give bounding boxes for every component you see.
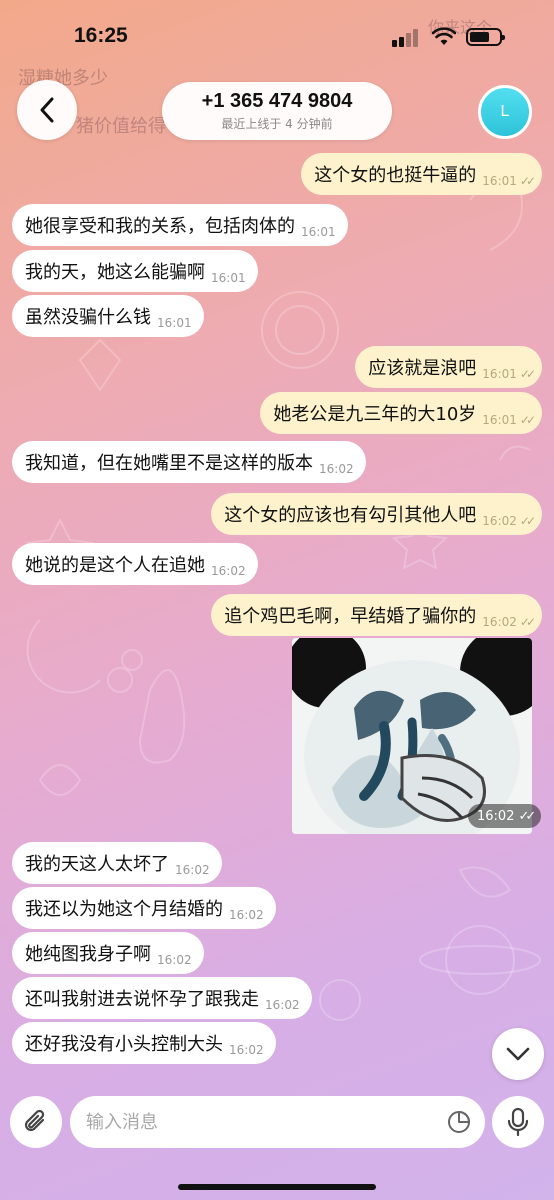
read-checkmarks-icon: ✓✓ (519, 174, 536, 188)
read-checkmarks-icon: ✓✓ (519, 413, 536, 427)
message-input[interactable] (86, 1108, 426, 1136)
message-text: 她老公是九三年的大10岁 (273, 404, 477, 425)
message-time: 16:01 (301, 225, 336, 239)
message-text: 应该就是浪吧 (368, 358, 477, 379)
message-text: 我还以为她这个月结婚的 (25, 899, 223, 920)
message-text: 还好我没有小头控制大头 (25, 1034, 223, 1055)
home-indicator (178, 1184, 376, 1190)
message-time: 16:02 (229, 1043, 264, 1057)
message-text: 她纯图我身子啊 (25, 944, 151, 965)
voice-message-button[interactable] (492, 1096, 544, 1148)
message-text: 她说的是这个人在追她 (25, 555, 205, 576)
message-time: 16:02 (229, 908, 264, 922)
message-text: 这个女的也挺牛逼的 (314, 165, 477, 186)
read-checkmarks-icon: ✓✓ (519, 514, 536, 528)
message-bubble-outgoing[interactable]: 这个女的应该也有勾引其他人吧 16:02 ✓✓ (211, 493, 542, 535)
paperclip-icon (24, 1109, 45, 1132)
message-bubble-outgoing[interactable]: 这个女的也挺牛逼的 16:01 ✓✓ (301, 153, 542, 195)
message-time: 16:01 (482, 413, 517, 427)
message-bubble-incoming[interactable]: 还好我没有小头控制大头 16:02 (12, 1022, 276, 1064)
chevron-down-icon (506, 1047, 530, 1061)
message-time: 16:01 (482, 367, 517, 381)
message-bubble-incoming[interactable]: 她纯图我身子啊 16:02 (12, 932, 204, 974)
message-time: 16:02 (482, 514, 517, 528)
back-button[interactable] (17, 80, 77, 140)
message-bubble-incoming[interactable]: 我还以为她这个月结婚的 16:02 (12, 887, 276, 929)
sticker-time-badge: 16:02 ✓✓ (468, 804, 542, 828)
message-input-container[interactable] (70, 1096, 485, 1148)
read-checkmarks-icon: ✓✓ (519, 367, 536, 381)
message-time: 16:02 (157, 953, 192, 967)
message-bubble-outgoing[interactable]: 追个鸡巴毛啊，早结婚了骗你的 16:02 ✓✓ (211, 594, 542, 636)
message-time: 16:02 (265, 998, 300, 1012)
message-text: 我知道，但在她嘴里不是这样的版本 (25, 453, 313, 474)
chevron-left-icon (40, 97, 54, 123)
sticker-time: 16:02 (477, 808, 515, 824)
message-text: 这个女的应该也有勾引其他人吧 (224, 505, 477, 526)
message-time: 16:02 (175, 863, 210, 877)
message-bubble-incoming[interactable]: 她很享受和我的关系，包括肉体的 16:01 (12, 204, 348, 246)
read-checkmarks-icon: ✓✓ (519, 615, 536, 629)
status-time: 16:25 (74, 24, 128, 47)
message-bubble-incoming[interactable]: 我知道，但在她嘴里不是这样的版本 16:02 (12, 441, 366, 483)
avatar[interactable]: L (478, 85, 532, 139)
sticker-icon[interactable] (447, 1110, 471, 1134)
message-text: 她很享受和我的关系，包括肉体的 (25, 216, 295, 237)
chat-title[interactable]: +1 365 474 9804 最近上线于 4 分钟前 (162, 82, 392, 140)
contact-name: +1 365 474 9804 (201, 90, 353, 112)
message-time: 16:01 (157, 316, 192, 330)
message-text: 我的天，她这么能骗啊 (25, 262, 205, 283)
message-time: 16:01 (482, 174, 517, 188)
scroll-to-bottom-button[interactable] (492, 1028, 544, 1080)
last-seen-status: 最近上线于 4 分钟前 (221, 117, 333, 131)
message-bubble-outgoing[interactable]: 应该就是浪吧 16:01 ✓✓ (355, 346, 542, 388)
ghost-text: 猪价值给得 (76, 116, 166, 137)
ghost-text: 你来这个 (428, 18, 493, 37)
message-bubble-incoming[interactable]: 虽然没骗什么钱 16:01 (12, 295, 204, 337)
cellular-signal-icon (392, 29, 418, 47)
attach-button[interactable] (10, 1096, 62, 1148)
message-text: 我的天这人太坏了 (25, 854, 169, 875)
message-bubble-incoming[interactable]: 她说的是这个人在追她 16:02 (12, 543, 258, 585)
message-text: 虽然没骗什么钱 (25, 307, 151, 328)
avatar-letter: L (500, 103, 510, 120)
message-time: 16:02 (482, 615, 517, 629)
message-time: 16:02 (319, 462, 354, 476)
read-checkmarks-icon: ✓✓ (518, 808, 536, 824)
message-bubble-outgoing[interactable]: 她老公是九三年的大10岁 16:01 ✓✓ (260, 392, 542, 434)
message-time: 16:02 (211, 564, 246, 578)
message-time: 16:01 (211, 271, 246, 285)
message-bubble-incoming[interactable]: 我的天，她这么能骗啊 16:01 (12, 250, 258, 292)
message-bubble-incoming[interactable]: 还叫我射进去说怀孕了跟我走 16:02 (12, 977, 312, 1019)
microphone-icon (508, 1108, 528, 1136)
message-bubble-incoming[interactable]: 我的天这人太坏了 16:02 (12, 842, 222, 884)
message-text: 追个鸡巴毛啊，早结婚了骗你的 (224, 606, 477, 627)
message-text: 还叫我射进去说怀孕了跟我走 (25, 989, 259, 1010)
